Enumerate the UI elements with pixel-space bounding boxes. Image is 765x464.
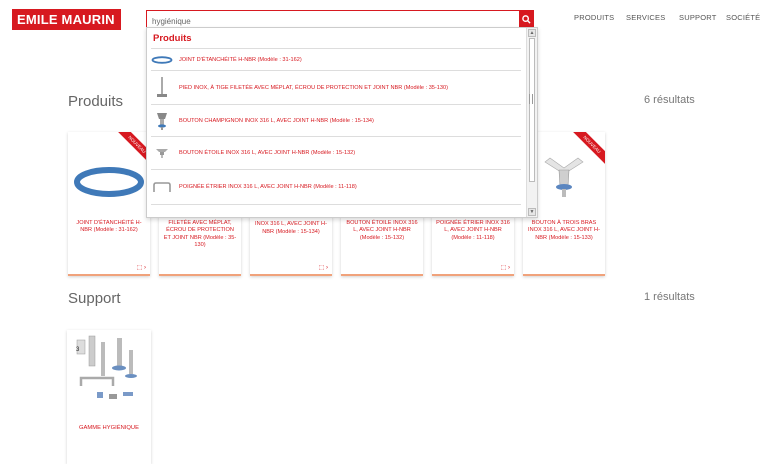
- star-knob-icon: [151, 147, 173, 159]
- suggestion-label: JOINT D'ÉTANCHÉITÉ H-NBR (Modèle : 31-16…: [179, 56, 302, 63]
- scroll-down-arrow-icon[interactable]: ▼: [528, 208, 536, 216]
- scrollbar-thumb[interactable]: [529, 38, 535, 182]
- brand-logo[interactable]: EMILE MAURIN: [12, 9, 121, 30]
- nav-societe[interactable]: SOCIÉTÉ: [726, 13, 760, 22]
- stirrup-handle-icon: [151, 181, 173, 193]
- product-name: FILETÉE AVEC MÉPLAT, ÉCROU DE PROTECTION…: [163, 220, 237, 248]
- section-title-support: Support: [68, 290, 121, 307]
- support-image: 3: [76, 335, 137, 399]
- suggestion-label: BOUTON CHAMPIGNON INOX 316 L, AVEC JOINT…: [179, 117, 374, 124]
- suggestion-label: PIED INOX, À TIGE FILETÉE AVEC MÉPLAT, É…: [179, 84, 448, 91]
- suggestion-item[interactable]: BOUTON CHAMPIGNON INOX 316 L, AVEC JOINT…: [151, 104, 521, 136]
- search-bar: [146, 10, 534, 30]
- product-name: POIGNÉE ÉTRIER INOX 316 L, AVEC JOINT H-…: [436, 220, 510, 241]
- pdf-download-icon[interactable]: ⬚ ›: [137, 264, 146, 271]
- product-name: BOUTON ÉTOILE INOX 316 L, AVEC JOINT H-N…: [346, 220, 418, 241]
- scrollbar-grip-icon: [529, 94, 533, 104]
- scroll-up-arrow-icon[interactable]: ▲: [528, 29, 536, 37]
- produits-result-count: 6 résultats: [644, 94, 695, 106]
- support-card-name: GAMME HYGIÉNIQUE: [79, 425, 139, 431]
- dropdown-heading: Produits: [153, 33, 192, 44]
- pdf-download-icon[interactable]: ⬚ ›: [319, 264, 328, 271]
- dropdown-scrollbar[interactable]: ▲ ▼: [526, 28, 537, 217]
- support-result-count: 1 résultats: [644, 291, 695, 303]
- pdf-download-icon[interactable]: ⬚ ›: [501, 264, 510, 271]
- threaded-foot-icon: [151, 76, 173, 100]
- suggestion-item[interactable]: PIED INOX, À TIGE FILETÉE AVEC MÉPLAT, É…: [151, 70, 521, 104]
- search-suggestions-dropdown: Produits JOINT D'ÉTANCHÉITÉ H-NBR (Modèl…: [146, 27, 538, 218]
- product-card[interactable]: NOUVEAU JOINT D'ÉTANCHÉITÉ H-NBR (Modèle…: [68, 132, 150, 276]
- support-card[interactable]: 3 GAMME HYGIÉNIQUE: [67, 330, 151, 464]
- suggestion-item[interactable]: BOUTON ÉTOILE INOX 316 L, AVEC JOINT H-N…: [151, 136, 521, 169]
- suggestion-item[interactable]: JOINT D'ÉTANCHÉITÉ H-NBR (Modèle : 31-16…: [151, 48, 521, 70]
- suggestion-label: BOUTON ÉTOILE INOX 316 L, AVEC JOINT H-N…: [179, 150, 356, 156]
- suggestion-item[interactable]: POIGNÉE ÉTRIER INOX 316 L, AVEC JOINT H-…: [151, 169, 521, 204]
- section-title-produits: Produits: [68, 93, 124, 110]
- search-icon: [521, 14, 531, 24]
- product-name: JOINT D'ÉTANCHÉITÉ H-NBR (Modèle : 31-16…: [76, 220, 142, 234]
- product-name: BOUTON À TROIS BRAS INOX 316 L, AVEC JOI…: [528, 220, 600, 241]
- search-button[interactable]: [519, 11, 533, 27]
- suggestion-item[interactable]: [151, 204, 521, 217]
- mushroom-knob-icon: [151, 111, 173, 131]
- nav-support[interactable]: SUPPORT: [679, 13, 717, 22]
- nav-produits[interactable]: PRODUITS: [574, 13, 614, 22]
- suggestion-label: POIGNÉE ÉTRIER INOX 316 L, AVEC JOINT H-…: [179, 184, 357, 190]
- ring-seal-icon: [151, 55, 173, 64]
- nav-services[interactable]: SERVICES: [626, 13, 665, 22]
